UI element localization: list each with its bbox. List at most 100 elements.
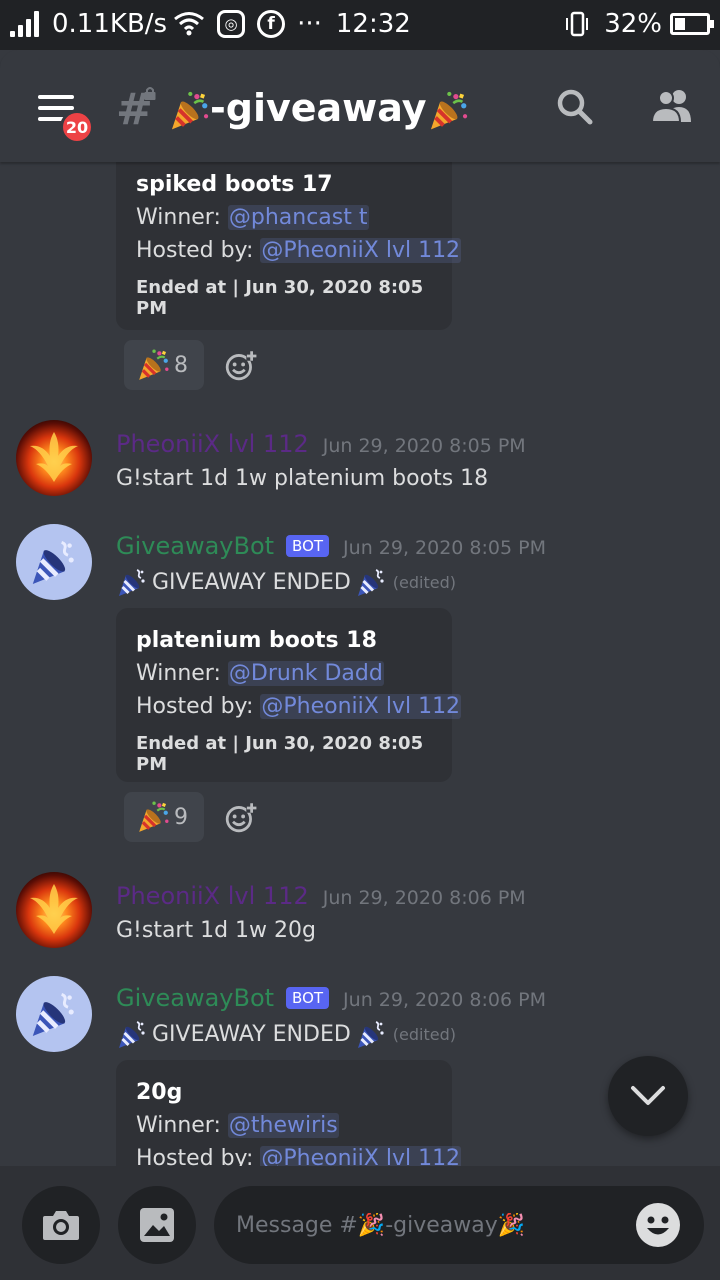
message-header: GiveawayBot BOT Jun 29, 2020 8:06 PM [116,984,546,1012]
avatar[interactable] [16,872,92,948]
message-box[interactable] [214,1186,704,1264]
giveaway-embed: spiked boots 17 Winner: @phancast t Host… [116,162,462,330]
host-label: Hosted by: [136,1146,254,1166]
host-mention[interactable]: @PheoniiX lvl 112 [260,1146,462,1166]
avatar[interactable] [16,976,92,1052]
author-name[interactable]: GiveawayBot [116,532,274,560]
message-content: GIVEAWAY ENDED (edited) [116,1018,456,1050]
search-icon[interactable] [556,88,594,126]
bot-badge: BOT [286,987,330,1009]
embed-title: platenium boots 18 [136,628,377,653]
giveaway-embed: platenium boots 18 Winner: @Drunk Dadd H… [116,608,462,782]
reaction-count: 8 [174,352,188,378]
message-timestamp: Jun 29, 2020 8:06 PM [343,989,546,1011]
embed-winner-line: Winner: @phancast t [136,205,432,230]
embed-host-line: Hosted by: @PheoniiX lvl 112 [136,694,462,719]
message-text: GIVEAWAY ENDED [152,569,351,595]
winner-mention[interactable]: @Drunk Dadd [227,661,384,686]
reaction-party-popper[interactable]: 8 [124,340,204,390]
message-text: GIVEAWAY ENDED [152,1021,351,1047]
clock: 12:32 [335,9,411,39]
battery-percent: 32% [604,9,662,39]
message-header: PheoniiX lvl 112 Jun 29, 2020 8:06 PM [116,882,526,910]
edited-label: (edited) [392,1024,456,1044]
more-notifications-icon: ··· [297,9,322,39]
party-popper-icon [355,566,387,598]
message-content: G!start 1d 1w 20g [116,918,316,943]
edited-label: (edited) [392,572,456,592]
host-label: Hosted by: [136,238,254,263]
embed-footer: Ended at | Jun 30, 2020 8:05 PM [136,733,424,775]
message-timestamp: Jun 29, 2020 8:05 PM [322,435,526,457]
jump-to-bottom-button[interactable] [608,1056,688,1136]
phoenix-icon [30,432,78,482]
winner-mention[interactable]: @thewiris [227,1113,339,1138]
host-label: Hosted by: [136,694,254,719]
status-bar-right: 32% [564,9,714,39]
camera-button[interactable] [22,1186,100,1264]
party-popper-icon [116,1018,148,1050]
author-name[interactable]: PheoniiX lvl 112 [116,430,309,458]
status-bar-left: 0.11KB/s ◎ f ··· 12:32 [10,9,411,39]
winner-mention[interactable]: @phancast t [227,205,369,230]
signal-icon [10,11,42,37]
add-reaction-icon[interactable] [224,348,258,382]
avatar[interactable] [16,524,92,600]
wifi-icon [174,12,205,36]
gallery-button[interactable] [118,1186,196,1264]
channel-name: -giveaway [210,86,427,130]
embed-footer: Ended at | Jun 30, 2020 8:05 PM [136,277,424,319]
lock-icon [144,87,156,100]
party-popper-icon [427,90,469,132]
message-header: PheoniiX lvl 112 Jun 29, 2020 8:05 PM [116,430,526,458]
message-timestamp: Jun 29, 2020 8:06 PM [322,887,526,909]
message-header: GiveawayBot BOT Jun 29, 2020 8:05 PM [116,532,546,560]
host-mention[interactable]: @PheoniiX lvl 112 [260,238,462,263]
avatar[interactable] [16,420,92,496]
message-content: GIVEAWAY ENDED (edited) [116,566,456,598]
winner-label: Winner: [136,1113,221,1138]
party-popper-icon [16,976,92,1052]
party-popper-icon [136,348,170,382]
party-popper-icon [116,566,148,598]
party-popper-icon [16,524,92,600]
message-input-bar [0,1166,720,1280]
message-list[interactable]: spiked boots 17 Winner: @phancast t Host… [0,162,720,1166]
phoenix-icon [30,884,78,934]
embed-title: 20g [136,1080,183,1105]
author-name[interactable]: GiveawayBot [116,984,274,1012]
channel-title: -giveaway [168,86,469,132]
message-input[interactable] [236,1186,626,1264]
message-content: G!start 1d 1w platenium boots 18 [116,466,489,491]
winner-label: Winner: [136,205,221,230]
camera-icon [43,1211,79,1240]
smiley-icon [647,1216,669,1235]
message-timestamp: Jun 29, 2020 8:05 PM [343,537,546,559]
party-popper-icon [355,1018,387,1050]
status-bar: 0.11KB/s ◎ f ··· 12:32 32% [0,0,720,50]
embed-winner-line: Winner: @Drunk Dadd [136,661,432,686]
reaction-count: 9 [174,804,188,830]
notification-badge: 20 [60,110,94,144]
image-icon [140,1208,174,1242]
reaction-party-popper[interactable]: 9 [124,792,204,842]
host-mention[interactable]: @PheoniiX lvl 112 [260,694,462,719]
party-popper-icon [168,90,210,132]
party-popper-icon [136,800,170,834]
bot-badge: BOT [286,535,330,557]
embed-host-line: Hosted by: @PheoniiX lvl 112 [136,1146,462,1166]
chevron-down-icon [631,1086,665,1105]
author-name[interactable]: PheoniiX lvl 112 [116,882,309,910]
embed-title: spiked boots 17 [136,172,333,197]
members-icon[interactable] [650,88,694,124]
channel-header: 20 # -giveaway [0,50,720,162]
embed-winner-line: Winner: @thewiris [136,1113,432,1138]
embed-host-line: Hosted by: @PheoniiX lvl 112 [136,238,462,263]
battery-icon [670,13,714,35]
emoji-button[interactable] [636,1203,680,1247]
instagram-icon: ◎ [217,10,246,38]
add-reaction-icon[interactable] [224,800,258,834]
giveaway-embed: 20g Winner: @thewiris Hosted by: @Pheoni… [116,1060,462,1166]
facebook-icon: f [257,10,286,38]
network-speed: 0.11KB/s [52,9,168,39]
